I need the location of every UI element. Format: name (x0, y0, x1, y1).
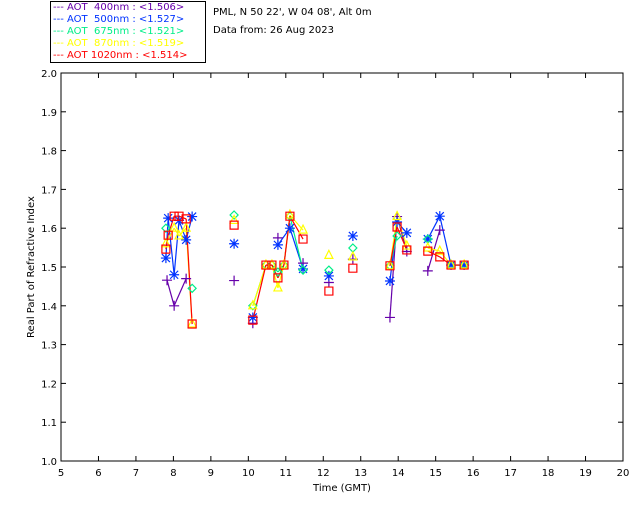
series-line-segment (185, 218, 193, 325)
y-tick-label: 1.3 (41, 341, 57, 352)
x-tick-label: 9 (208, 468, 214, 479)
data-point-triangle (323, 249, 334, 259)
data-point-asterisk (163, 213, 174, 224)
y-tick-label: 1.1 (41, 418, 57, 429)
data-point-asterisk (284, 223, 295, 234)
series-line-segment (252, 264, 267, 321)
y-tick-label: 1.9 (41, 108, 57, 119)
y-tick-label: 1.4 (41, 302, 57, 313)
y-tick-label: 1.2 (41, 379, 57, 390)
data-point-asterisk (181, 234, 192, 245)
data-point-square (348, 263, 358, 273)
x-tick-label: 13 (354, 468, 367, 479)
y-tick-label: 2.0 (41, 69, 57, 80)
x-tick-label: 5 (58, 468, 64, 479)
x-tick-label: 8 (170, 468, 176, 479)
data-point-plus (422, 265, 433, 276)
x-tick-label: 6 (95, 468, 101, 479)
y-tick-label: 1.7 (41, 185, 57, 196)
data-point-asterisk (169, 269, 180, 280)
x-axis-label: Time (GMT) (312, 483, 371, 494)
series-line-segment (173, 278, 187, 307)
data-point-plus (162, 275, 173, 286)
x-tick-label: 19 (579, 468, 592, 479)
data-point-asterisk (434, 211, 445, 222)
plot-frame (60, 72, 624, 462)
data-point-plus (229, 275, 240, 286)
data-point-asterisk (323, 270, 334, 281)
x-tick-label: 18 (542, 468, 555, 479)
data-point-asterisk (187, 211, 198, 222)
data-point-plus (169, 300, 180, 311)
data-point-asterisk (347, 230, 358, 241)
x-tick-label: 7 (133, 468, 139, 479)
x-tick-label: 16 (467, 468, 480, 479)
x-tick-label: 15 (429, 468, 442, 479)
series-line-segment (166, 280, 175, 306)
y-tick-label: 1.8 (41, 147, 57, 158)
data-point-asterisk (229, 238, 240, 249)
y-tick-label: 1.0 (41, 457, 57, 468)
y-tick-label: 1.5 (41, 263, 57, 274)
data-point-asterisk (160, 253, 171, 264)
data-point-square (324, 286, 334, 296)
data-point-asterisk (384, 275, 395, 286)
x-tick-label: 17 (504, 468, 517, 479)
y-tick-label: 1.6 (41, 224, 57, 235)
data-point-asterisk (401, 227, 412, 238)
series-line-segment (283, 216, 291, 266)
x-tick-label: 11 (279, 468, 292, 479)
x-tick-label: 10 (242, 468, 255, 479)
data-point-asterisk (272, 239, 283, 250)
x-tick-label: 12 (317, 468, 330, 479)
data-point-plus (384, 312, 395, 323)
x-tick-label: 20 (617, 468, 630, 479)
y-axis-label: Real Part of Refractive Index (26, 196, 37, 338)
x-tick-label: 14 (392, 468, 405, 479)
chart: 5 6 7 8 9 10 11 12 13 14 15 16 17 18 19 20 1.0 1.1 1.2 1.3 1… (26, 69, 630, 494)
